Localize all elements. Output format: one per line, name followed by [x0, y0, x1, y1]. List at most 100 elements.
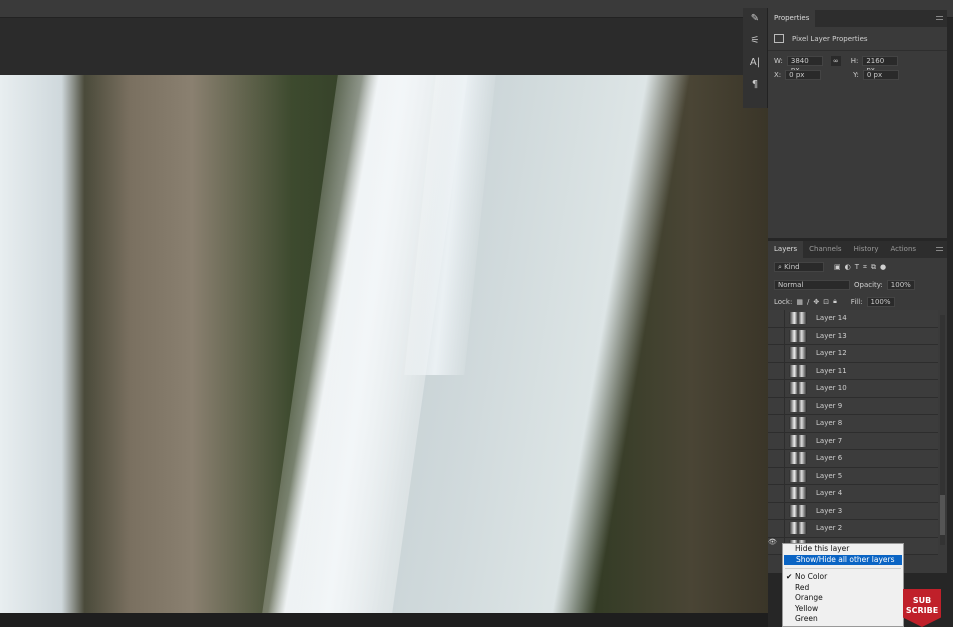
- height-input[interactable]: 2160 px: [862, 56, 899, 74]
- visibility-toggle[interactable]: [768, 415, 785, 432]
- layer-thumbnail: [789, 364, 807, 377]
- layer-row[interactable]: Layer 10: [768, 380, 938, 398]
- layer-name: Layer 10: [816, 384, 847, 393]
- opacity-label: Opacity:: [854, 280, 883, 289]
- tab-history[interactable]: History: [848, 241, 885, 258]
- menu-item-color[interactable]: Orange: [783, 593, 903, 604]
- layer-row[interactable]: Layer 11: [768, 362, 938, 380]
- layer-name: Layer 11: [816, 366, 847, 375]
- filter-shape-icon[interactable]: ⌗: [863, 263, 867, 272]
- visibility-toggle[interactable]: [768, 467, 785, 484]
- color-label: No Color: [795, 572, 828, 581]
- filter-adjustment-icon[interactable]: ◐: [845, 263, 851, 271]
- fill-label: Fill:: [850, 297, 863, 306]
- y-input[interactable]: 0 px: [862, 70, 899, 80]
- layer-thumbnail: [789, 312, 807, 325]
- menu-item-color[interactable]: ✔ No Color: [783, 572, 903, 583]
- layer-row[interactable]: Layer 6: [768, 450, 938, 468]
- visibility-toggle[interactable]: [768, 380, 785, 397]
- character-icon[interactable]: A|: [743, 52, 767, 74]
- fill-input[interactable]: 100%: [866, 296, 895, 307]
- layer-row[interactable]: Layer 2: [768, 520, 938, 538]
- filter-smart-object-icon[interactable]: ⧉: [871, 263, 876, 272]
- layer-thumbnail: [789, 452, 807, 465]
- layer-name: Layer 14: [816, 314, 847, 323]
- panel-menu-icon[interactable]: [936, 247, 943, 251]
- layer-row[interactable]: Layer 9: [768, 397, 938, 415]
- menu-item-color[interactable]: Green: [783, 614, 903, 625]
- layer-row[interactable]: Layer 14: [768, 310, 938, 328]
- x-input[interactable]: 0 px: [785, 70, 822, 80]
- visibility-toggle[interactable]: [768, 310, 785, 327]
- color-label: Green: [795, 614, 818, 623]
- subscribe-badge[interactable]: SUB SCRIBE: [903, 589, 941, 627]
- filter-kind-value: Kind: [784, 263, 800, 271]
- lock-transparent-icon[interactable]: ▦: [796, 298, 803, 306]
- visibility-toggle[interactable]: [768, 485, 785, 502]
- filter-kind-select[interactable]: ⌕ Kind: [774, 262, 824, 272]
- layer-thumbnail: [789, 417, 807, 430]
- layer-name: Layer 3: [816, 506, 843, 515]
- status-bar: [0, 613, 768, 627]
- layer-row[interactable]: Layer 3: [768, 502, 938, 520]
- layer-row[interactable]: Layer 7: [768, 432, 938, 450]
- layer-row[interactable]: Layer 12: [768, 345, 938, 363]
- menu-item-show-hide-other-layers[interactable]: Show/Hide all other layers: [784, 554, 902, 565]
- lock-artboard-icon[interactable]: ⊡: [823, 298, 829, 306]
- layers-scrollbar[interactable]: [940, 315, 945, 545]
- panel-icon-strip: ✎ ⚟ A| ¶: [743, 8, 768, 108]
- lock-position-icon[interactable]: ✥: [813, 298, 819, 306]
- visibility-toggle[interactable]: [768, 450, 785, 467]
- checkmark-icon: ✔: [786, 572, 793, 581]
- color-label: Orange: [795, 593, 823, 602]
- filter-pixel-icon[interactable]: ▣: [834, 263, 841, 271]
- visibility-toggle[interactable]: [768, 520, 785, 537]
- brush-settings-icon[interactable]: ✎: [743, 8, 767, 30]
- link-icon[interactable]: ∞: [830, 56, 841, 66]
- panel-menu-icon[interactable]: [936, 16, 943, 20]
- visibility-toggle[interactable]: [768, 345, 785, 362]
- layer-context-menu: Hide this layer Show/Hide all other laye…: [782, 543, 904, 627]
- visibility-toggle[interactable]: [768, 502, 785, 519]
- layer-row[interactable]: Layer 8: [768, 415, 938, 433]
- visibility-toggle[interactable]: [768, 397, 785, 414]
- layer-thumbnail: [789, 434, 807, 447]
- visibility-toggle[interactable]: [768, 362, 785, 379]
- badge-line2: SCRIBE: [905, 606, 939, 615]
- layer-name: Layer 6: [816, 454, 843, 463]
- image-canvas[interactable]: [0, 75, 768, 613]
- color-label: Red: [795, 582, 810, 592]
- visibility-toggle[interactable]: [768, 432, 785, 449]
- filter-toggle-icon[interactable]: ●: [880, 263, 886, 271]
- layer-name: Layer 12: [816, 349, 847, 358]
- opacity-input[interactable]: 100%: [886, 279, 915, 290]
- blend-mode-select[interactable]: Normal: [774, 279, 850, 290]
- layer-thumbnail: [789, 487, 807, 500]
- layer-row[interactable]: Layer 4: [768, 485, 938, 503]
- tab-properties[interactable]: Properties: [768, 10, 816, 27]
- menu-item-color[interactable]: Red: [783, 583, 903, 594]
- paragraph-icon[interactable]: ¶: [743, 74, 767, 96]
- adjustments-icon[interactable]: ⚟: [743, 30, 767, 52]
- menu-item-hide-this-layer[interactable]: Hide this layer: [783, 544, 903, 555]
- width-input[interactable]: 3840 px: [786, 56, 823, 74]
- layer-name: Layer 8: [816, 419, 843, 428]
- lock-label: Lock:: [774, 297, 793, 306]
- layer-row[interactable]: Layer 13: [768, 327, 938, 345]
- layer-thumbnail: [789, 382, 807, 395]
- tab-actions[interactable]: Actions: [884, 241, 922, 258]
- layers-panel: Layers Channels History Actions ⌕ Kind ▣…: [768, 241, 947, 573]
- tab-layers[interactable]: Layers: [768, 241, 804, 258]
- layer-thumbnail: [789, 399, 807, 412]
- tab-channels[interactable]: Channels: [803, 241, 847, 258]
- filter-type-icon[interactable]: T: [855, 263, 859, 271]
- visibility-toggle[interactable]: [768, 327, 785, 344]
- options-bar: [0, 18, 743, 75]
- layer-name: Layer 5: [816, 471, 843, 480]
- layer-thumbnail: [789, 347, 807, 360]
- layer-row[interactable]: Layer 5: [768, 467, 938, 485]
- lock-image-icon[interactable]: /: [807, 298, 809, 306]
- lock-all-icon[interactable]: 🔒︎: [833, 297, 837, 306]
- menu-item-color[interactable]: Yellow: [783, 604, 903, 615]
- layer-name: Layer 4: [816, 489, 843, 498]
